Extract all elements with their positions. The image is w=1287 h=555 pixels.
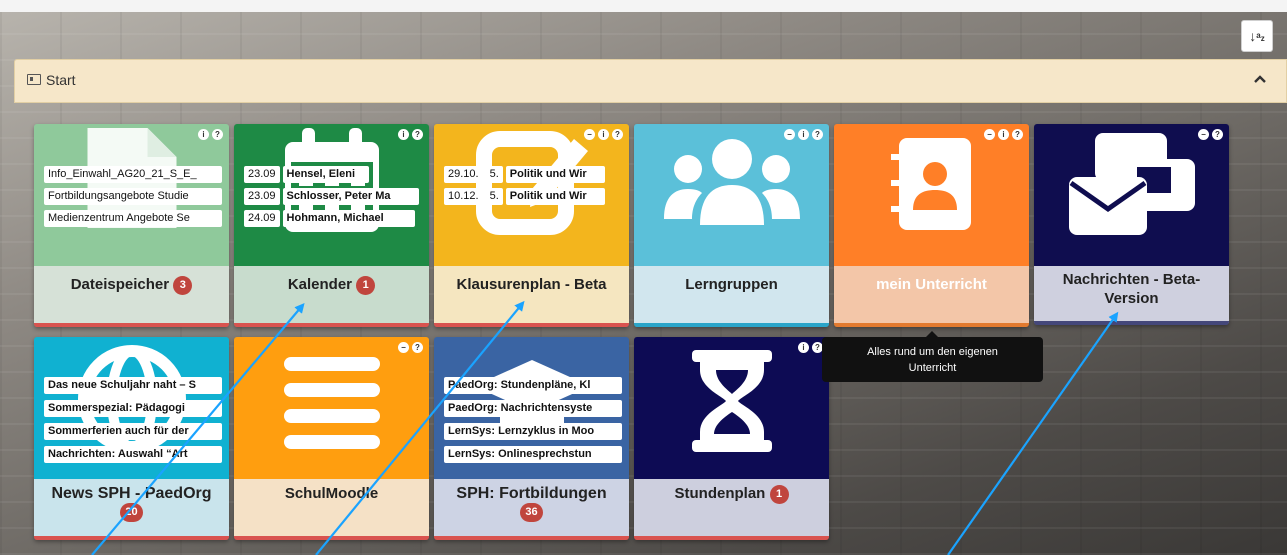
- annotation-arrows: [91, 300, 1119, 555]
- arrow-kalender: [91, 302, 305, 555]
- arrow-klausurenplan: [315, 300, 525, 555]
- arrow-nachrichten: [947, 311, 1119, 555]
